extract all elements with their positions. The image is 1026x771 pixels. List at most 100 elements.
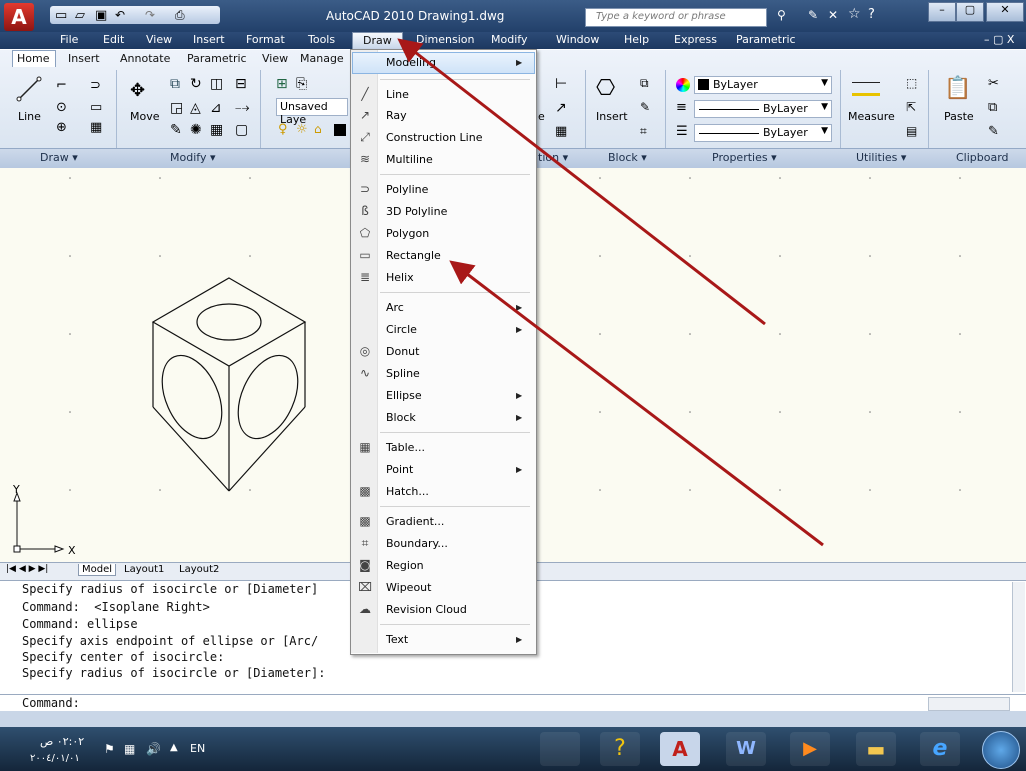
taskbar-explorer-icon[interactable]: ▬ bbox=[856, 732, 896, 766]
tab-layout1[interactable]: Layout1 bbox=[124, 564, 164, 575]
help-icon[interactable]: ? bbox=[868, 7, 875, 22]
fillet-tool-icon[interactable]: ◬ bbox=[190, 100, 201, 116]
array-tool-icon[interactable]: ▦ bbox=[210, 122, 223, 138]
menu-view[interactable]: View bbox=[146, 33, 172, 46]
open-file-icon[interactable]: ▱ bbox=[75, 8, 85, 23]
trim-tool-icon[interactable]: ◫ bbox=[210, 76, 223, 92]
layer-bulb-icon[interactable]: ♀ bbox=[278, 122, 288, 137]
menu-item-text[interactable]: Text bbox=[386, 633, 408, 646]
taskbar-ie-icon[interactable]: e bbox=[920, 732, 960, 766]
leader-icon[interactable]: ↗ bbox=[555, 100, 567, 116]
mirror-tool-icon[interactable]: ⊿ bbox=[210, 100, 222, 116]
insert-block-icon[interactable]: ⎔ bbox=[596, 76, 615, 101]
create-block-icon[interactable]: ⧉ bbox=[640, 76, 649, 91]
panel-annotation[interactable]: tion ▾ bbox=[538, 151, 568, 164]
command-line[interactable]: Command: bbox=[0, 694, 1026, 712]
search-input[interactable]: Type a keyword or phrase bbox=[585, 8, 767, 27]
redo-icon[interactable]: ↷ bbox=[145, 8, 155, 22]
match-properties-icon[interactable]: ✎ bbox=[988, 124, 999, 139]
taskbar-help-icon[interactable]: ? bbox=[600, 732, 640, 766]
start-button[interactable] bbox=[982, 731, 1020, 769]
polyline-tool-icon[interactable]: ⌐ bbox=[56, 78, 67, 93]
move-tool-icon[interactable]: ✥ bbox=[130, 80, 145, 101]
taskbar-media-icon[interactable]: ▶ bbox=[790, 732, 830, 766]
close-button[interactable]: ✕ bbox=[986, 2, 1024, 22]
measure-icon[interactable] bbox=[852, 82, 880, 96]
hatch-tool-icon[interactable]: ▦ bbox=[90, 120, 102, 135]
layout-nav-buttons[interactable]: |◀ ◀ ▶ ▶| bbox=[6, 564, 48, 574]
menu-tools[interactable]: Tools bbox=[308, 33, 335, 46]
menu-item-block[interactable]: Block bbox=[386, 411, 416, 424]
taskbar-autocad-icon[interactable]: A bbox=[660, 732, 700, 766]
calculator-icon[interactable]: ▤ bbox=[906, 124, 917, 138]
subscription-icon[interactable]: ✎ bbox=[808, 8, 818, 22]
flag-icon[interactable]: ⚑ bbox=[104, 742, 115, 756]
tab-home-label[interactable]: Home bbox=[17, 52, 49, 65]
doc-window-controls[interactable]: – ▢ X bbox=[984, 33, 1014, 46]
menu-item-helix[interactable]: Helix bbox=[386, 271, 414, 284]
menu-item-modeling[interactable] bbox=[352, 52, 535, 74]
move-tool-label[interactable]: Move bbox=[130, 110, 160, 123]
taskbar-app-icon[interactable] bbox=[540, 732, 580, 766]
menu-item-3d-polyline[interactable]: 3D Polyline bbox=[386, 205, 447, 218]
circle-tool-icon[interactable]: ⊙ bbox=[56, 100, 67, 115]
autocad-logo-icon[interactable]: A bbox=[4, 3, 34, 31]
quick-select-icon[interactable]: ⬚ bbox=[906, 76, 917, 90]
line-tool-label[interactable]: Line bbox=[18, 110, 41, 123]
menu-item-ray[interactable]: Ray bbox=[386, 109, 407, 122]
menu-item-revision-cloud[interactable]: Revision Cloud bbox=[386, 603, 467, 616]
panel-block[interactable]: Block ▾ bbox=[608, 151, 647, 164]
menu-dimension[interactable]: Dimension bbox=[416, 33, 474, 46]
insert-block-label[interactable]: Insert bbox=[596, 110, 628, 123]
measure-label[interactable]: Measure bbox=[848, 110, 895, 123]
menu-item-ellipse[interactable]: Ellipse bbox=[386, 389, 422, 402]
rotate-tool-icon[interactable]: ↻ bbox=[190, 76, 202, 92]
menu-express[interactable]: Express bbox=[674, 33, 717, 46]
layer-properties-icon[interactable]: ⊞ bbox=[276, 76, 288, 92]
color-wheel-icon[interactable] bbox=[676, 78, 690, 92]
join-tool-icon[interactable]: ▢ bbox=[235, 122, 248, 138]
line-tool-icon[interactable] bbox=[16, 76, 42, 102]
menu-item-gradient[interactable]: Gradient... bbox=[386, 515, 444, 528]
maximize-button[interactable]: ▢ bbox=[956, 2, 984, 22]
tab-layout2[interactable]: Layout2 bbox=[179, 564, 219, 575]
menu-edit[interactable]: Edit bbox=[103, 33, 124, 46]
binoculars-icon[interactable]: ⚲ bbox=[777, 8, 786, 22]
tab-insert[interactable]: Insert bbox=[68, 52, 100, 65]
tab-model[interactable]: Model bbox=[78, 564, 117, 576]
tab-manage[interactable]: Manage bbox=[300, 52, 344, 65]
layer-color-swatch[interactable] bbox=[334, 124, 346, 136]
menu-item-boundary[interactable]: Boundary... bbox=[386, 537, 448, 550]
erase-tool-icon[interactable]: ✎ bbox=[170, 122, 182, 138]
minimize-button[interactable]: – bbox=[928, 2, 956, 22]
cut-icon[interactable]: ✂ bbox=[988, 76, 999, 91]
lineweight-select[interactable]: ByLayer ▼ bbox=[694, 100, 832, 118]
menu-item-polyline[interactable]: Polyline bbox=[386, 183, 428, 196]
menu-file[interactable]: File bbox=[60, 33, 78, 46]
taskbar-word-icon[interactable]: W bbox=[726, 732, 766, 766]
menu-item-region[interactable]: Region bbox=[386, 559, 424, 572]
volume-icon[interactable]: 🔊 bbox=[146, 742, 161, 756]
menu-item-circle[interactable]: Circle bbox=[386, 323, 417, 336]
dimension-linear-icon[interactable]: ⊢ bbox=[555, 76, 567, 92]
network-icon[interactable]: ▦ bbox=[124, 742, 135, 756]
menu-help[interactable]: Help bbox=[624, 33, 649, 46]
explode-tool-icon[interactable]: ✺ bbox=[190, 122, 202, 138]
select-similar-icon[interactable]: ⇱ bbox=[906, 100, 916, 114]
panel-modify[interactable]: Modify ▾ bbox=[170, 151, 215, 164]
menu-item-construction-line[interactable]: Construction Line bbox=[386, 131, 482, 144]
new-file-icon[interactable]: ▭ bbox=[55, 8, 67, 23]
panel-draw[interactable]: Draw ▾ bbox=[40, 151, 78, 164]
menu-format[interactable]: Format bbox=[246, 33, 285, 46]
panel-properties[interactable]: Properties ▾ bbox=[712, 151, 777, 164]
scale-tool-icon[interactable]: ◲ bbox=[170, 100, 183, 116]
tab-view[interactable]: View bbox=[262, 52, 288, 65]
menu-item-spline[interactable]: Spline bbox=[386, 367, 420, 380]
color-select[interactable]: ByLayer ▼ bbox=[694, 76, 832, 94]
undo-icon[interactable]: ↶ bbox=[115, 8, 125, 22]
block-attribute-icon[interactable]: ⌗ bbox=[640, 124, 647, 139]
tab-annotate[interactable]: Annotate bbox=[120, 52, 170, 65]
menu-modify[interactable]: Modify bbox=[491, 33, 527, 46]
menu-window[interactable]: Window bbox=[556, 33, 599, 46]
menu-item-point[interactable]: Point bbox=[386, 463, 413, 476]
